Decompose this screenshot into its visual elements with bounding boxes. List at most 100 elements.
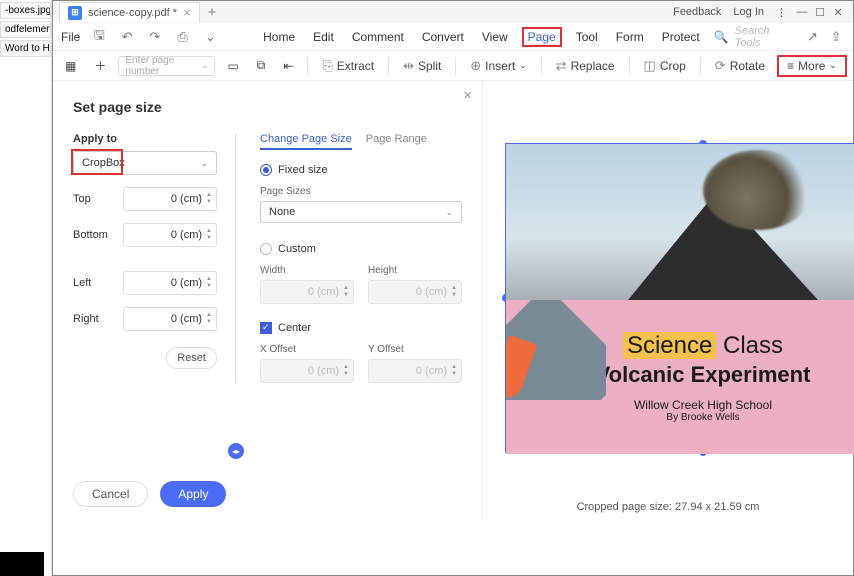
- insert-icon: ⊕: [470, 58, 481, 74]
- search-tools-input[interactable]: Search Tools: [735, 25, 798, 49]
- top-label: Top: [73, 193, 91, 205]
- height-label: Height: [368, 265, 462, 276]
- collapse-icon[interactable]: ⇤: [277, 57, 299, 75]
- crop-icon: ◫: [644, 58, 656, 74]
- menu-form[interactable]: Form: [612, 28, 648, 46]
- preview-image-bottom: Science Class Volcanic Experiment Willow…: [506, 300, 854, 454]
- crop-size-status: Cropped page size: 27.94 x 21.59 cm: [483, 501, 853, 513]
- panel-resize-handle[interactable]: ◂▸: [228, 443, 244, 459]
- custom-radio[interactable]: Custom: [260, 243, 462, 255]
- cancel-button[interactable]: Cancel: [73, 481, 148, 507]
- reset-button[interactable]: Reset: [166, 347, 217, 369]
- apply-button[interactable]: Apply: [160, 481, 226, 507]
- menu-home[interactable]: Home: [259, 28, 299, 46]
- bottom-label: Bottom: [73, 229, 108, 241]
- page-sizes-label: Page Sizes: [260, 186, 462, 197]
- add-icon[interactable]: ＋: [88, 55, 112, 76]
- apply-to-select[interactable]: CropBox ⌄: [73, 151, 217, 175]
- xoffset-input: 0 (cm)▲▼: [260, 359, 354, 383]
- save-icon[interactable]: 🖫: [90, 26, 108, 48]
- app-window: ⊞ science-copy.pdf * × + Feedback Log In…: [52, 0, 854, 576]
- chevron-down-icon: ⌄: [445, 207, 453, 218]
- close-window-button[interactable]: ✕: [829, 6, 847, 19]
- titlebar: ⊞ science-copy.pdf * × + Feedback Log In…: [53, 1, 853, 23]
- right-input[interactable]: 0 (cm)▲▼: [123, 307, 217, 331]
- feedback-link[interactable]: Feedback: [673, 6, 721, 18]
- tab-page-range[interactable]: Page Range: [366, 133, 427, 150]
- menubar: File 🖫 ↶ ↷ ⎙ ⌄ Home Edit Comment Convert…: [53, 23, 853, 51]
- replace-icon: ⇄: [556, 58, 567, 74]
- apply-to-value: CropBox: [82, 157, 125, 169]
- login-link[interactable]: Log In: [733, 6, 764, 18]
- file-menu[interactable]: File: [61, 30, 80, 44]
- set-page-size-panel: × Set page size Apply to CropBox ⌄ Top 0…: [53, 81, 483, 521]
- chevron-down-icon: ⌄: [200, 158, 208, 169]
- panel-title: Set page size: [73, 99, 462, 115]
- app-logo-icon: ⊞: [68, 6, 82, 20]
- menu-convert[interactable]: Convert: [418, 28, 468, 46]
- print-icon[interactable]: ⎙: [174, 29, 192, 45]
- height-input: 0 (cm)▲▼: [368, 280, 462, 304]
- menu-page[interactable]: Page: [522, 27, 562, 47]
- width-input: 0 (cm)▲▼: [260, 280, 354, 304]
- split-icon: ⇹: [403, 58, 414, 74]
- more-button[interactable]: ≡More⌄: [777, 55, 847, 77]
- undo-icon[interactable]: ↶: [118, 29, 136, 45]
- thumbnails-icon[interactable]: ▦: [59, 57, 82, 75]
- page-number-input[interactable]: Enter page number ⌄: [118, 56, 215, 76]
- workspace: × Set page size Apply to CropBox ⌄ Top 0…: [53, 81, 853, 575]
- volcano-illustration: [506, 300, 606, 400]
- document-tab[interactable]: ⊞ science-copy.pdf * ×: [59, 2, 200, 22]
- tab-change-page-size[interactable]: Change Page Size: [260, 133, 352, 150]
- apply-to-label: Apply to: [73, 133, 217, 145]
- rotate-button[interactable]: ⟳Rotate: [709, 56, 771, 76]
- extract-button[interactable]: ⎘Extract: [316, 56, 380, 76]
- menu-comment[interactable]: Comment: [348, 28, 408, 46]
- taskbar-fragment: [0, 552, 44, 576]
- chevron-down-icon: ⌄: [201, 60, 209, 71]
- menu-tool[interactable]: Tool: [572, 28, 602, 46]
- page-grid-icon[interactable]: ▭: [221, 57, 244, 75]
- hamburger-icon: ≡: [787, 59, 794, 73]
- redo-icon[interactable]: ↷: [146, 29, 164, 45]
- background-tab: -boxes.jpg (8: [0, 2, 51, 19]
- chevron-down-icon[interactable]: ⌄: [202, 29, 220, 45]
- page-sizes-select[interactable]: None⌄: [260, 201, 462, 223]
- extract-icon: ⎘: [322, 58, 332, 74]
- yoffset-label: Y Offset: [368, 344, 462, 355]
- insert-button[interactable]: ⊕Insert⌄: [464, 56, 532, 76]
- left-input[interactable]: 0 (cm)▲▼: [123, 271, 217, 295]
- close-tab-icon[interactable]: ×: [183, 5, 191, 20]
- center-checkbox[interactable]: Center: [260, 322, 462, 334]
- kebab-icon[interactable]: ⋮: [776, 6, 787, 19]
- yoffset-input: 0 (cm)▲▼: [368, 359, 462, 383]
- split-button[interactable]: ⇹Split: [397, 56, 447, 76]
- menu-protect[interactable]: Protect: [658, 28, 704, 46]
- close-panel-icon[interactable]: ×: [463, 87, 472, 104]
- page-preview[interactable]: Science Class Volcanic Experiment Willow…: [505, 143, 854, 453]
- menu-view[interactable]: View: [478, 28, 512, 46]
- replace-button[interactable]: ⇄Replace: [550, 56, 621, 76]
- preview-image-top: [506, 144, 854, 300]
- add-tab-button[interactable]: +: [208, 4, 217, 21]
- background-tab: odfelement: [0, 21, 51, 38]
- width-label: Width: [260, 265, 354, 276]
- xoffset-label: X Offset: [260, 344, 354, 355]
- share-icon[interactable]: ⇪: [827, 29, 845, 45]
- fixed-size-radio[interactable]: Fixed size: [260, 164, 462, 176]
- maximize-button[interactable]: ☐: [811, 6, 829, 19]
- left-label: Left: [73, 277, 91, 289]
- toolbar: ▦ ＋ Enter page number ⌄ ▭ ⧉ ⇤ ⎘Extract ⇹…: [53, 51, 853, 81]
- menu-edit[interactable]: Edit: [309, 28, 338, 46]
- open-external-icon[interactable]: ↗: [804, 29, 822, 45]
- document-name: science-copy.pdf *: [88, 7, 177, 19]
- background-tab: Word to HTMI: [0, 40, 51, 57]
- search-icon[interactable]: 🔍: [714, 30, 729, 44]
- dual-page-icon[interactable]: ⧉: [251, 56, 272, 75]
- right-label: Right: [73, 313, 99, 325]
- bottom-input[interactable]: 0 (cm)▲▼: [123, 223, 217, 247]
- page-number-placeholder: Enter page number: [125, 55, 201, 77]
- minimize-button[interactable]: —: [793, 6, 811, 18]
- top-input[interactable]: 0 (cm)▲▼: [123, 187, 217, 211]
- crop-button[interactable]: ◫Crop: [638, 56, 692, 76]
